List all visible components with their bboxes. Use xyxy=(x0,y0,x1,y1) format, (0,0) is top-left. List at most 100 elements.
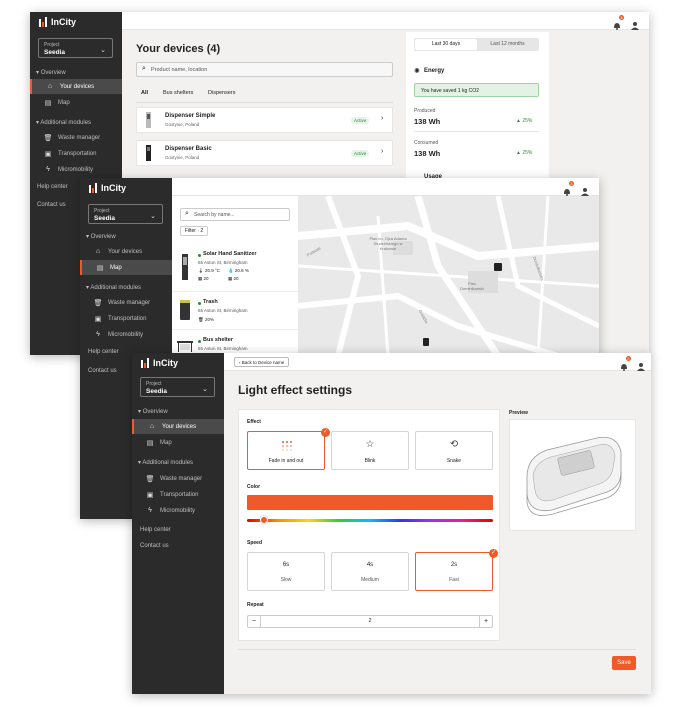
bus-icon: ▣ xyxy=(146,491,154,499)
online-dot xyxy=(198,302,201,305)
hue-slider-handle[interactable] xyxy=(260,516,269,524)
drop-icon: 💧 xyxy=(228,268,234,273)
map-label: Plac im. Ojca Adama Studzińskiego w Krak… xyxy=(369,236,407,251)
page-title: Your devices (4) xyxy=(136,43,221,55)
search-icon: ⌕ xyxy=(142,65,146,72)
sensor-icon: ▦ xyxy=(198,276,203,281)
online-dot xyxy=(198,340,201,343)
plus-button[interactable]: + xyxy=(479,616,492,627)
chevron-right-icon[interactable]: › xyxy=(381,115,383,122)
humidity-metric: 💧 20.6 % xyxy=(228,268,249,273)
item-address: 65 Aston St, Birmingham xyxy=(198,260,248,265)
produced-value: 138 Wh xyxy=(414,117,441,126)
user-icon[interactable] xyxy=(637,358,645,376)
preview-panel xyxy=(509,419,636,531)
bus-marker-icon[interactable] xyxy=(494,263,502,271)
effect-blink-option[interactable]: ☆ Blink xyxy=(331,431,409,470)
logo: InCity xyxy=(89,183,126,193)
repeat-value[interactable]: 2 xyxy=(261,616,479,627)
tab-dispensers[interactable]: Dispensers xyxy=(208,90,236,96)
help-center-link[interactable]: Help center xyxy=(140,527,171,533)
tab-bus-shelters[interactable]: Bus shelters xyxy=(163,90,193,96)
tab-last-12-months[interactable]: Last 12 months xyxy=(477,39,538,50)
minus-button[interactable]: − xyxy=(248,616,261,627)
project-label: Project xyxy=(146,381,162,387)
item-address: 65 Aston St, Birmingham xyxy=(198,346,248,351)
contact-link[interactable]: Contact us xyxy=(37,202,66,208)
nav-map[interactable]: ▤ Map xyxy=(80,260,172,275)
map-list-item[interactable]: Trash 65 Aston St, Birmingham 🗑 20% xyxy=(172,294,298,330)
divider xyxy=(414,131,539,132)
project-selector[interactable]: Project Seedia ⌄ xyxy=(140,377,215,397)
project-selector[interactable]: Project Seedia ⌄ xyxy=(38,38,113,58)
filter-button[interactable]: Filter · 2 xyxy=(180,226,208,236)
nav-additional-modules[interactable]: ▾ Additional modules xyxy=(138,459,193,466)
nav-overview[interactable]: ▾ Overview xyxy=(86,233,116,240)
tab-last-30-days[interactable]: Last 30 days xyxy=(415,39,477,50)
chevron-right-icon[interactable]: › xyxy=(381,148,383,155)
project-value: Seedia xyxy=(146,388,167,395)
light-settings-window: InCity Project Seedia ⌄ ▾ Overview ⌂ Your… xyxy=(132,353,651,694)
notification-badge: 3 xyxy=(568,181,574,186)
temp-metric: 🌡 20.9 °C xyxy=(198,268,221,273)
nav-micromobility[interactable]: ϟ Micromobility xyxy=(30,162,122,177)
device-card[interactable]: Dispenser Basic Gostynie, Poland Active … xyxy=(136,140,393,166)
contact-link[interactable]: Contact us xyxy=(140,543,169,549)
nav-map[interactable]: ▤ Map xyxy=(132,435,224,450)
effect-fade-option[interactable]: Fade in and out ✓ xyxy=(247,428,330,470)
nav-micromobility[interactable]: ϟ Micromobility xyxy=(132,503,224,518)
topbar: ‹ Back to Device name 2 xyxy=(224,353,651,371)
nav-transportation[interactable]: ▣ Transportation xyxy=(80,311,172,326)
effect-snake-option[interactable]: ⟲ Snake xyxy=(415,431,493,470)
topbar: 3 xyxy=(122,12,649,30)
nav-overview[interactable]: ▾ Overview xyxy=(138,408,168,415)
repeat-label: Repeat xyxy=(247,602,264,608)
star-icon: ☆ xyxy=(365,439,375,450)
sanitizer-image xyxy=(182,254,188,280)
help-center-link[interactable]: Help center xyxy=(37,184,68,190)
trash-icon: 🗑 xyxy=(145,475,155,483)
speed-fast-option[interactable]: 2s Fast ✓ xyxy=(415,549,498,591)
nav-overview[interactable]: ▾ Overview xyxy=(36,69,66,76)
check-icon: ✓ xyxy=(489,549,498,558)
nav-map[interactable]: ▤ Map xyxy=(30,95,122,110)
speed-medium-option[interactable]: 4s Medium xyxy=(331,552,409,591)
user-icon[interactable] xyxy=(631,17,639,35)
nav-your-devices[interactable]: ⌂ Your devices xyxy=(80,244,172,259)
sidebar: InCity Project Seedia ⌄ ▾ Overview ⌂ Your… xyxy=(132,353,224,694)
nav-transportation[interactable]: ▣ Transportation xyxy=(132,487,224,502)
nav-micromobility[interactable]: ϟ Micromobility xyxy=(80,327,172,342)
energy-icon: ✺ xyxy=(414,68,420,75)
nav-additional-modules[interactable]: ▾ Additional modules xyxy=(86,284,141,291)
color-label: Color xyxy=(247,484,261,490)
bus-shelter-image xyxy=(177,341,193,352)
map-list-item[interactable]: Solar Hand Sanitizer 65 Aston St, Birmin… xyxy=(172,246,298,292)
produced-change: ▲ 25% xyxy=(516,118,533,124)
search-input[interactable]: ⌕ Product name, location xyxy=(136,62,393,77)
nav-waste[interactable]: 🗑 Waste manager xyxy=(80,295,172,310)
map-streets xyxy=(298,196,599,356)
nav-transportation[interactable]: ▣ Transportation xyxy=(30,146,122,161)
map-view[interactable]: Plac im. Ojca Adama Studzińskiego w Krak… xyxy=(298,196,599,356)
device-card[interactable]: Dispenser Simple Gostynie, Poland Active… xyxy=(136,107,393,133)
project-selector[interactable]: Project Seedia ⌄ xyxy=(88,204,163,224)
back-button[interactable]: ‹ Back to Device name xyxy=(234,357,290,367)
help-center-link[interactable]: Help center xyxy=(88,349,119,355)
map-search-input[interactable]: ⌕ Search by name... xyxy=(180,208,290,221)
nav-additional-modules[interactable]: ▾ Additional modules xyxy=(36,119,91,126)
home-icon: ⌂ xyxy=(47,83,53,90)
save-button[interactable]: Save xyxy=(612,656,636,670)
sensor-icon: ▦ xyxy=(228,276,233,281)
tab-all[interactable]: All xyxy=(141,90,148,96)
nav-waste[interactable]: 🗑 Waste manager xyxy=(132,471,224,486)
chevron-down-icon: ⌄ xyxy=(202,386,208,393)
map-icon: ▤ xyxy=(44,99,52,107)
nav-your-devices[interactable]: ⌂ Your devices xyxy=(132,419,224,434)
nav-waste[interactable]: 🗑 Waste manager xyxy=(30,130,122,145)
hue-slider[interactable] xyxy=(247,516,493,524)
contact-link[interactable]: Contact us xyxy=(88,368,117,374)
effect-label: Effect xyxy=(247,419,261,425)
nav-your-devices[interactable]: ⌂ Your devices xyxy=(30,79,122,94)
trash-marker-icon[interactable] xyxy=(423,338,429,346)
speed-slow-option[interactable]: 6s Slow xyxy=(247,552,325,591)
